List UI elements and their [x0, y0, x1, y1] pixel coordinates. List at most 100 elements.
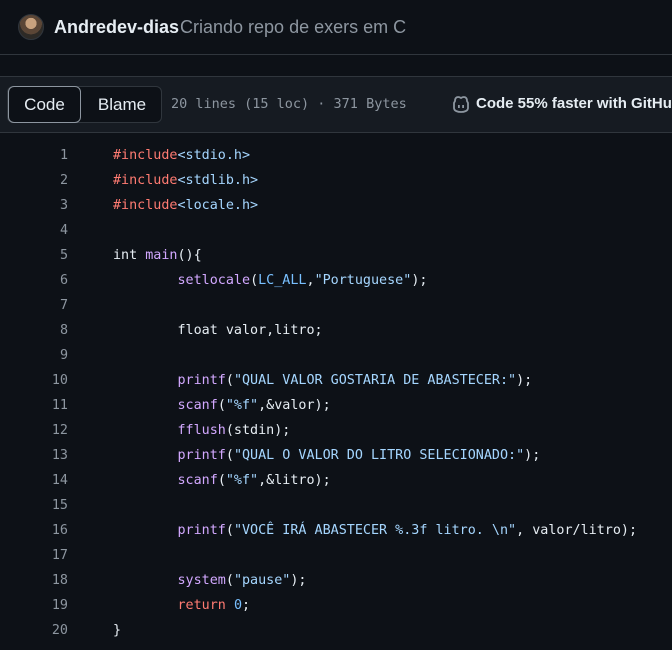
code-line: 2 #include<stdlib.h>	[0, 168, 672, 193]
code-token: printf	[177, 448, 226, 463]
code-line: 9	[0, 343, 672, 368]
file-info: 20 lines (15 loc) · 371 Bytes	[171, 96, 407, 112]
code-token: #include	[113, 198, 178, 213]
code-line: 1 #include<stdio.h>	[0, 143, 672, 168]
line-number[interactable]: 7	[0, 293, 68, 318]
code-token: float valor,litro;	[113, 323, 323, 338]
code-token: );	[290, 573, 307, 588]
code-token: setlocale	[177, 273, 251, 288]
code-token: ,	[306, 273, 315, 288]
code-viewer[interactable]: 1 #include<stdio.h> 2 #include<stdlib.h> 3 #i…	[0, 133, 672, 650]
line-number[interactable]: 18	[0, 568, 68, 593]
code-text: #include<stdio.h>	[113, 143, 250, 168]
code-token: (	[225, 373, 234, 388]
code-token: ,&valor);	[258, 398, 331, 413]
code-token: (	[250, 273, 259, 288]
code-token: "%f"	[225, 398, 259, 413]
commit-message-link[interactable]: Criando repo de exers em C	[180, 16, 406, 38]
code-text: #include<locale.h>	[113, 193, 258, 218]
code-line: 11 scanf("%f",&valor);	[0, 393, 672, 418]
tab-blame[interactable]: Blame	[82, 87, 162, 122]
line-number[interactable]: 17	[0, 543, 68, 568]
code-text: scanf("%f",&litro);	[113, 468, 331, 493]
code-token: );	[411, 273, 428, 288]
tab-code[interactable]: Code	[8, 86, 81, 123]
code-text: return 0;	[113, 593, 251, 618]
code-text: printf("VOCÊ IRÁ ABASTECER %.3f litro. \…	[113, 518, 638, 543]
code-token: (stdin);	[225, 423, 291, 438]
file-header: Code Blame 20 lines (15 loc) · 371 Bytes…	[0, 76, 672, 133]
code-token: "VOCÊ IRÁ ABASTECER %.3f litro. \n"	[233, 523, 517, 538]
code-token: system	[177, 573, 226, 588]
line-number[interactable]: 14	[0, 468, 68, 493]
line-number[interactable]: 15	[0, 493, 68, 518]
code-token: printf	[177, 523, 226, 538]
line-number[interactable]: 12	[0, 418, 68, 443]
code-line: 14 scanf("%f",&litro);	[0, 468, 672, 493]
code-text: int main(){	[113, 243, 202, 268]
copilot-icon	[453, 96, 469, 113]
line-number[interactable]: 13	[0, 443, 68, 468]
line-number[interactable]: 5	[0, 243, 68, 268]
view-mode-toggle: Code Blame	[7, 86, 162, 123]
code-text: printf("QUAL VALOR GOSTARIA DE ABASTECER…	[113, 368, 533, 393]
code-line: 10 printf("QUAL VALOR GOSTARIA DE ABASTE…	[0, 368, 672, 393]
line-number[interactable]: 6	[0, 268, 68, 293]
line-number[interactable]: 4	[0, 218, 68, 243]
line-number[interactable]: 1	[0, 143, 68, 168]
code-token: );	[524, 448, 541, 463]
code-line: 17	[0, 543, 672, 568]
line-number[interactable]: 9	[0, 343, 68, 368]
line-number[interactable]: 8	[0, 318, 68, 343]
line-number[interactable]: 3	[0, 193, 68, 218]
line-number[interactable]: 19	[0, 593, 68, 618]
code-token: "QUAL O VALOR DO LITRO SELECIONADO:"	[233, 448, 525, 463]
code-token: ,&litro);	[258, 473, 331, 488]
code-token: (	[225, 523, 234, 538]
author-avatar[interactable]	[18, 14, 44, 40]
code-token: int	[113, 248, 146, 263]
code-line: 3 #include<locale.h>	[0, 193, 672, 218]
code-token: printf	[177, 373, 226, 388]
code-token: scanf	[177, 398, 218, 413]
code-token: scanf	[177, 473, 218, 488]
code-text: }	[113, 618, 121, 643]
code-token: "QUAL VALOR GOSTARIA DE ABASTECER:"	[233, 373, 517, 388]
code-line: 6 setlocale(LC_ALL,"Portuguese");	[0, 268, 672, 293]
code-token: <stdlib.h>	[177, 173, 259, 188]
code-token: main	[145, 248, 178, 263]
code-text: scanf("%f",&valor);	[113, 393, 331, 418]
line-number[interactable]: 16	[0, 518, 68, 543]
line-number[interactable]: 10	[0, 368, 68, 393]
code-line: 12 fflush(stdin);	[0, 418, 672, 443]
commit-author-link[interactable]: Andredev-dias	[54, 16, 179, 38]
code-token: 0	[233, 598, 242, 613]
code-text: float valor,litro;	[113, 318, 323, 343]
line-number[interactable]: 2	[0, 168, 68, 193]
code-token: (	[217, 473, 226, 488]
code-token: (	[225, 448, 234, 463]
code-line: 8 float valor,litro;	[0, 318, 672, 343]
code-line: 19 return 0;	[0, 593, 672, 618]
code-token: return	[177, 598, 226, 613]
code-text: fflush(stdin);	[113, 418, 291, 443]
line-number[interactable]: 20	[0, 618, 68, 643]
code-token: }	[113, 623, 122, 638]
code-token: );	[516, 373, 533, 388]
code-token: (	[225, 573, 234, 588]
code-token: , valor/litro);	[516, 523, 638, 538]
code-token: fflush	[177, 423, 226, 438]
line-number[interactable]: 11	[0, 393, 68, 418]
code-line: 20}	[0, 618, 672, 643]
code-text: printf("QUAL O VALOR DO LITRO SELECIONAD…	[113, 443, 541, 468]
code-line: 15	[0, 493, 672, 518]
code-token: LC_ALL	[258, 273, 307, 288]
code-line: 7	[0, 293, 672, 318]
code-token: (	[217, 398, 226, 413]
